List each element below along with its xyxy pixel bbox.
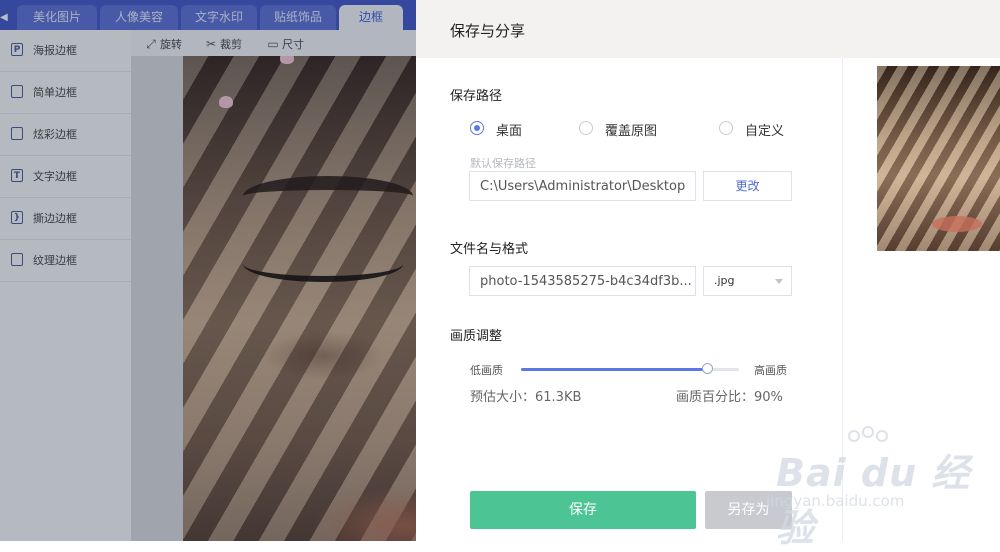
preview-thumbnail	[877, 66, 1000, 251]
paw-icon	[848, 430, 860, 442]
baidu-watermark: Bai du 经验 jingyan.baidu.com	[756, 426, 996, 550]
save-share-dialog: 保存与分享 保存路径 桌面 覆盖原图 自定义 默认保存路径 C:\Users\A…	[416, 0, 1000, 550]
format-value: .jpg	[714, 274, 735, 287]
radio-dot	[470, 121, 484, 135]
radio-dot	[719, 121, 733, 135]
radio-dot	[579, 121, 593, 135]
save-path-field[interactable]: C:\Users\Administrator\Desktop	[469, 171, 696, 201]
save-button[interactable]: 保存	[470, 491, 696, 529]
chevron-down-icon	[775, 279, 783, 284]
save-path-heading: 保存路径	[450, 89, 503, 104]
filename-field[interactable]: photo-1543585275-b4c34df3b...	[469, 266, 696, 296]
estimated-size: 预估大小：61.3KB	[470, 390, 582, 405]
paw-icon	[876, 430, 888, 442]
quality-heading: 画质调整	[450, 329, 503, 344]
watermark-url: jingyan.baidu.com	[766, 492, 905, 510]
file-format-heading: 文件名与格式	[450, 242, 529, 257]
radio-desktop-label: 桌面	[496, 124, 523, 139]
format-select[interactable]: .jpg	[703, 266, 792, 296]
modal-overlay	[0, 0, 416, 541]
change-path-button[interactable]: 更改	[703, 171, 792, 201]
high-quality-label: 高画质	[754, 364, 787, 377]
thumbnail-lips-shape	[932, 216, 982, 232]
default-path-hint: 默认保存路径	[470, 157, 536, 170]
quality-slider[interactable]	[521, 363, 739, 374]
quality-slider-fill	[521, 368, 709, 371]
paw-icon	[862, 426, 874, 438]
quality-slider-thumb[interactable]	[702, 363, 714, 374]
low-quality-label: 低画质	[470, 364, 503, 377]
editor-background: ◀ 美化图片 人像美容 文字水印 贴纸饰品 边框 P 海报边框 简单边框 炫彩边框 T 文…	[0, 0, 416, 541]
dialog-title: 保存与分享	[450, 22, 526, 40]
dialog-header: 保存与分享	[416, 0, 1000, 58]
quality-percent: 画质百分比：90%	[676, 390, 783, 405]
radio-overwrite-label: 覆盖原图	[605, 124, 658, 139]
radio-custom-label: 自定义	[745, 124, 785, 139]
